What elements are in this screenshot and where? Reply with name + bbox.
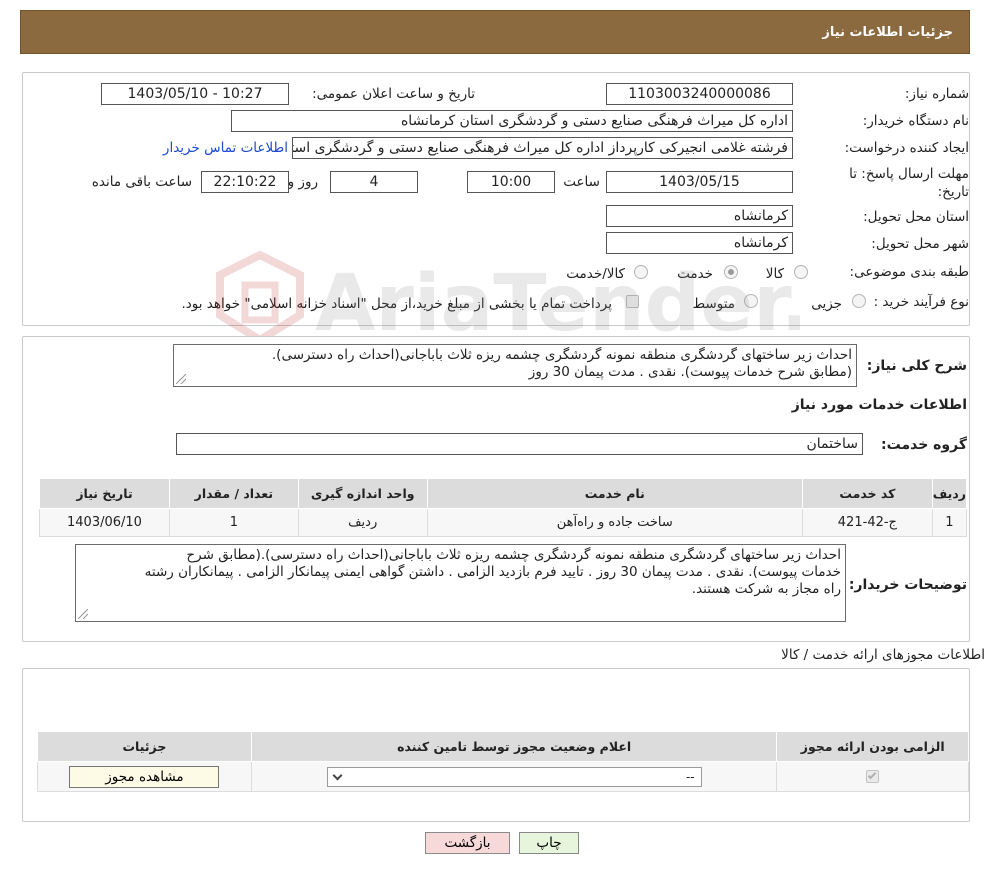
deadline-date-field: 1403/05/15 [606, 171, 793, 193]
category-service-label: خدمت [677, 266, 713, 282]
col-date: تاریخ نیاز [39, 478, 170, 509]
creator-label: ایجاد کننده درخواست: [844, 140, 969, 156]
cell-date: 1403/06/10 [39, 508, 170, 537]
resize-handle-icon[interactable] [176, 374, 186, 384]
service-group-label: گروه خدمت: [881, 437, 967, 453]
category-service-radio[interactable] [724, 265, 738, 279]
buyer-notes-line-3: راه مجاز به شرکت هستند. [691, 581, 841, 597]
table-row: 1 ج-42-421 ساخت جاده و راه‌آهن ردیف 1 14… [39, 508, 968, 537]
service-group-field: ساختمان [176, 433, 863, 455]
services-table-header: ردیف کد خدمت نام خدمت واحد اندازه گیری ت… [39, 478, 968, 509]
buyer-notes-textarea[interactable]: احداث زیر ساختهای گردشگری منطقه نمونه گر… [75, 544, 846, 622]
city-label: شهر محل تحویل: [871, 236, 969, 252]
permit-status-select[interactable]: -- [326, 766, 702, 787]
col-row: ردیف [931, 478, 968, 509]
cell-row: 1 [931, 508, 968, 537]
cell-permit-required [776, 761, 969, 792]
permits-table-header: الزامی بودن ارائه مجوز اعلام وضعیت مجوز … [37, 731, 969, 762]
summary-textarea[interactable]: احداث زیر ساختهای گردشگری منطقه نمونه گر… [173, 344, 857, 387]
page-title: جزئیات اطلاعات نیاز [822, 25, 953, 40]
creator-field: فرشته غلامی انجیرکی کارپرداز اداره کل می… [292, 137, 793, 159]
col-qty: تعداد / مقدار [168, 478, 299, 509]
services-table: ردیف کد خدمت نام خدمت واحد اندازه گیری ت… [39, 478, 968, 537]
permit-required-checkbox [866, 770, 880, 783]
cell-permit-details: مشاهده مجوز [37, 761, 252, 792]
buyer-notes-line-1: احداث زیر ساختهای گردشگری منطقه نمونه گر… [186, 547, 841, 563]
page-header: جزئیات اطلاعات نیاز [20, 10, 970, 54]
col-name: نام خدمت [426, 478, 803, 509]
province-label: استان محل تحویل: [863, 209, 969, 225]
remaining-time-field: 22:10:22 [201, 171, 289, 193]
buyer-notes-line-2: خدمات پیوست). نقدی . مدت پیمان 30 روز . … [144, 564, 841, 580]
buyer-org-label: نام دستگاه خریدار: [862, 113, 969, 129]
category-goods-service-label: کالا/خدمت [566, 266, 625, 282]
purchase-medium-label: متوسط [692, 296, 735, 312]
chevron-down-icon [332, 770, 343, 780]
purchase-medium-radio[interactable] [744, 294, 758, 308]
col-permit-details: جزئیات [37, 731, 252, 762]
cell-code: ج-42-421 [801, 508, 933, 537]
category-goods-service-radio[interactable] [634, 265, 648, 279]
remaining-time-label: ساعت باقی مانده [91, 174, 192, 190]
category-goods-radio[interactable] [794, 265, 808, 279]
purchase-type-label: نوع فرآیند خرید : [873, 294, 969, 310]
announce-datetime-label: تاریخ و ساعت اعلان عمومی: [312, 86, 475, 102]
permit-status-select-value: -- [685, 769, 695, 784]
announce-datetime-field: 1403/05/10 - 10:27 [101, 83, 289, 105]
check-icon [867, 770, 877, 780]
cell-unit: ردیف [297, 508, 428, 537]
province-field: کرمانشاه [606, 205, 793, 227]
back-button[interactable]: بازگشت [425, 832, 510, 854]
col-permit-required: الزامی بودن ارائه مجوز [776, 731, 969, 762]
col-unit: واحد اندازه گیری [297, 478, 428, 509]
summary-line-2: (مطابق شرح خدمات پیوست). نقدی . مدت پیما… [528, 364, 852, 380]
need-number-field: 1103003240000086 [606, 83, 793, 105]
need-number-label: شماره نیاز: [904, 86, 969, 102]
deadline-label: مهلت ارسال پاسخ: تا [849, 166, 969, 182]
permits-table: الزامی بودن ارائه مجوز اعلام وضعیت مجوز … [37, 731, 969, 792]
deadline-label-date: تاریخ: [937, 184, 969, 200]
services-section-title: اطلاعات خدمات مورد نیاز [791, 397, 967, 413]
view-permit-button[interactable]: مشاهده مجوز [69, 765, 220, 788]
category-goods-label: کالا [765, 266, 784, 282]
col-code: کد خدمت [801, 478, 933, 509]
treasury-payment-checkbox[interactable] [626, 295, 639, 308]
print-button[interactable]: چاپ [519, 832, 579, 854]
deadline-time-label: ساعت [563, 174, 600, 190]
remaining-days-field: 4 [330, 171, 418, 193]
cell-permit-status: -- [250, 761, 778, 792]
table-row: -- مشاهده مجوز [37, 761, 969, 792]
category-label: طبقه بندی موضوعی: [849, 264, 969, 280]
buyer-notes-label: توضیحات خریدار: [848, 577, 967, 593]
resize-handle-icon[interactable] [78, 609, 88, 619]
purchase-minor-radio[interactable] [852, 294, 866, 308]
permits-section-title: اطلاعات مجوزهای ارائه خدمت / کالا [781, 647, 985, 663]
buyer-contact-link[interactable]: اطلاعات تماس خریدار [163, 140, 288, 156]
buyer-org-field: اداره کل میراث فرهنگی صنایع دستی و گردشگ… [231, 110, 793, 132]
deadline-time-field: 10:00 [467, 171, 555, 193]
cell-qty: 1 [168, 508, 299, 537]
purchase-minor-label: جزیی [811, 296, 842, 312]
treasury-payment-note: پرداخت تمام یا بخشی از مبلغ خرید،از محل … [181, 296, 612, 312]
city-field: کرمانشاه [606, 232, 793, 254]
cell-name: ساخت جاده و راه‌آهن [426, 508, 803, 537]
days-label: روز و [287, 174, 318, 190]
col-permit-status: اعلام وضعیت مجوز توسط تامین کننده [250, 731, 778, 762]
summary-label: شرح کلی نیاز: [866, 358, 967, 374]
summary-line-1: احداث زیر ساختهای گردشگری منطقه نمونه گر… [271, 347, 852, 363]
